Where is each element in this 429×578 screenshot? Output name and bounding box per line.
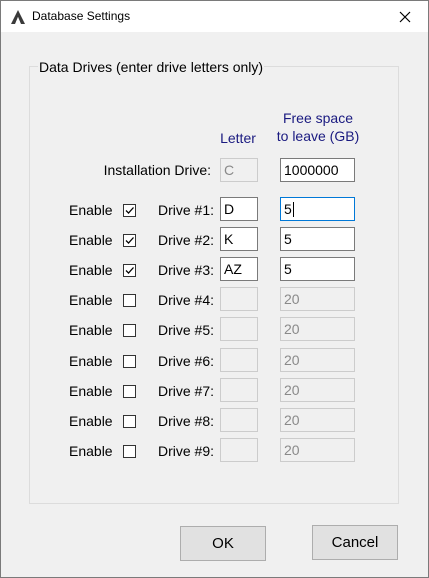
enable-checkbox[interactable] bbox=[123, 445, 136, 458]
enable-label: Enable bbox=[69, 322, 113, 338]
free-space-value: 20 bbox=[284, 442, 300, 458]
drive-letter-field[interactable] bbox=[220, 438, 258, 462]
enable-label: Enable bbox=[69, 202, 113, 218]
close-button[interactable] bbox=[382, 1, 428, 32]
free-space-field[interactable]: 5 bbox=[280, 257, 355, 281]
free-space-field[interactable]: 5 bbox=[280, 197, 355, 221]
installation-drive-label: Installation Drive: bbox=[103, 162, 211, 178]
drive-label: Drive #6: bbox=[157, 353, 214, 369]
drive-letter-field[interactable] bbox=[220, 287, 258, 311]
drive-label: Drive #8: bbox=[157, 413, 214, 429]
close-icon[interactable] bbox=[399, 11, 411, 23]
drive-letter-field[interactable]: D bbox=[220, 197, 258, 221]
drive-letter-field[interactable]: AZ bbox=[220, 257, 258, 281]
free-space-value: 20 bbox=[284, 291, 300, 307]
drive-letter-field[interactable] bbox=[220, 348, 258, 372]
drive-letter-field[interactable] bbox=[220, 408, 258, 432]
enable-label: Enable bbox=[69, 353, 113, 369]
installation-free-space-field[interactable]: 1000000 bbox=[280, 158, 355, 182]
free-space-field[interactable]: 20 bbox=[280, 348, 355, 372]
enable-label: Enable bbox=[69, 383, 113, 399]
free-space-field[interactable]: 20 bbox=[280, 317, 355, 341]
drive-letter-field[interactable] bbox=[220, 378, 258, 402]
free-space-value: 5 bbox=[284, 261, 292, 277]
drive-label: Drive #5: bbox=[157, 322, 214, 338]
free-space-value: 20 bbox=[284, 352, 300, 368]
free-space-value: 20 bbox=[284, 412, 300, 428]
title-bar: Database Settings bbox=[1, 1, 428, 32]
drive-letter-field[interactable]: K bbox=[220, 227, 258, 251]
database-settings-dialog: Database Settings Data Drives (enter dri… bbox=[0, 0, 429, 578]
checkmark-icon bbox=[125, 237, 134, 244]
drive-label: Drive #2: bbox=[157, 232, 214, 248]
free-space-value: 20 bbox=[284, 321, 300, 337]
enable-checkbox[interactable] bbox=[123, 294, 136, 307]
free-space-field[interactable]: 20 bbox=[280, 378, 355, 402]
free-space-value: 5 bbox=[284, 231, 292, 247]
free-space-value: 5 bbox=[284, 201, 292, 217]
enable-checkbox[interactable] bbox=[123, 415, 136, 428]
ok-button[interactable]: OK bbox=[180, 526, 266, 561]
enable-checkbox[interactable] bbox=[123, 324, 136, 337]
window-title: Database Settings bbox=[32, 9, 131, 23]
enable-checkbox[interactable] bbox=[123, 264, 136, 277]
drive-letter-field[interactable] bbox=[220, 317, 258, 341]
free-space-field[interactable]: 20 bbox=[280, 287, 355, 311]
free-space-field[interactable]: 5 bbox=[280, 227, 355, 251]
enable-checkbox[interactable] bbox=[123, 355, 136, 368]
enable-checkbox[interactable] bbox=[123, 204, 136, 217]
drive-label: Drive #7: bbox=[157, 383, 214, 399]
free-space-field[interactable]: 20 bbox=[280, 408, 355, 432]
drive-label: Drive #3: bbox=[157, 262, 214, 278]
enable-label: Enable bbox=[69, 413, 113, 429]
drive-label: Drive #4: bbox=[157, 292, 214, 308]
free-space-header-line1: Free space bbox=[282, 110, 354, 126]
enable-checkbox[interactable] bbox=[123, 234, 136, 247]
free-space-field[interactable]: 20 bbox=[280, 438, 355, 462]
free-space-value: 20 bbox=[284, 382, 300, 398]
checkmark-icon bbox=[125, 267, 134, 274]
enable-label: Enable bbox=[69, 262, 113, 278]
drive-label: Drive #9: bbox=[157, 443, 214, 459]
text-caret bbox=[292, 202, 294, 217]
cancel-button[interactable]: Cancel bbox=[312, 525, 398, 560]
drive-label: Drive #1: bbox=[157, 202, 214, 218]
enable-checkbox[interactable] bbox=[123, 385, 136, 398]
letter-column-header: Letter bbox=[220, 130, 256, 146]
installation-drive-letter-field: C bbox=[220, 158, 258, 182]
enable-label: Enable bbox=[69, 232, 113, 248]
enable-label: Enable bbox=[69, 443, 113, 459]
checkmark-icon bbox=[125, 207, 134, 214]
app-logo-icon bbox=[10, 9, 26, 25]
group-legend: Data Drives (enter drive letters only) bbox=[38, 59, 265, 75]
enable-label: Enable bbox=[69, 292, 113, 308]
free-space-header-line2: to leave (GB) bbox=[276, 128, 360, 144]
